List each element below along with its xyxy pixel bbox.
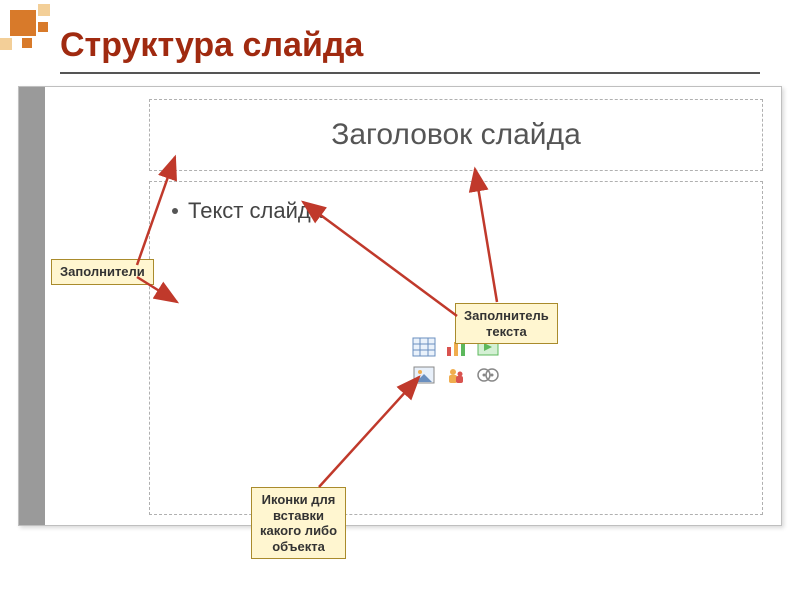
people-icon[interactable] [442,363,470,387]
content-placeholder[interactable]: Текст слайда [149,181,763,515]
table-icon[interactable] [410,335,438,359]
title-underline [60,72,760,74]
corner-decoration-square [10,10,36,36]
grey-sidebar-strip [19,87,45,525]
title-placeholder-text: Заголовок слайда [331,118,581,152]
corner-decoration-square [0,38,12,50]
corner-decoration-square [38,4,50,16]
callout-placeholders: Заполнители [51,259,154,285]
title-placeholder[interactable]: Заголовок слайда [149,99,763,171]
media-icon[interactable] [474,363,502,387]
bullet-text: Текст слайда [188,198,323,224]
diagram-frame: Заголовок слайда Текст слайда [18,86,782,526]
image-icon[interactable] [410,363,438,387]
callout-insert-icons: Иконки для вставки какого либо объекта [251,487,346,559]
bullet-dot-icon [172,208,178,214]
page-title: Структура слайда [60,26,363,65]
bullet-row: Текст слайда [172,198,740,224]
corner-decoration-square [22,38,32,48]
corner-decoration-square [38,22,48,32]
callout-text-placeholder: Заполнитель текста [455,303,558,344]
